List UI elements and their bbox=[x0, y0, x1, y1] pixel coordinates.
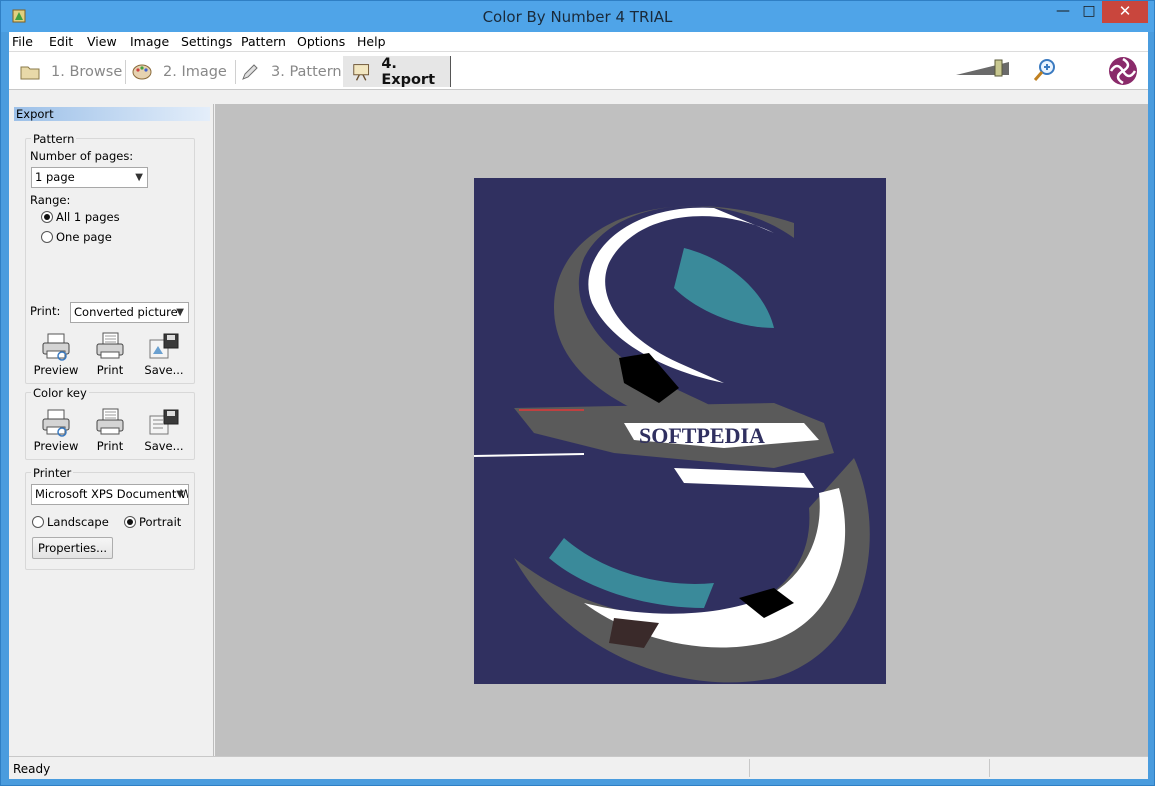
pattern-save-label: Save... bbox=[144, 363, 184, 377]
status-separator bbox=[989, 759, 990, 777]
menu-help[interactable]: Help bbox=[357, 34, 386, 49]
range-all-radio[interactable]: All 1 pages bbox=[41, 210, 120, 224]
menu-pattern[interactable]: Pattern bbox=[241, 34, 286, 49]
minimize-button[interactable]: — bbox=[1049, 1, 1077, 23]
portrait-radio[interactable]: Portrait bbox=[124, 515, 181, 529]
step-export-label: 4. Export bbox=[381, 55, 436, 88]
app-logo-icon bbox=[1109, 57, 1137, 85]
pages-select-value: 1 page bbox=[35, 170, 75, 184]
easel-icon bbox=[353, 63, 370, 81]
menu-view[interactable]: View bbox=[87, 34, 117, 49]
zoom-in-icon[interactable] bbox=[1032, 57, 1058, 83]
pattern-preview-label: Preview bbox=[33, 363, 79, 377]
step-export[interactable]: 4. Export bbox=[343, 55, 451, 88]
pages-label: Number of pages: bbox=[30, 149, 134, 163]
client-area: File Edit View Image Settings Pattern Op… bbox=[9, 32, 1148, 779]
step-pattern-label: 3. Pattern bbox=[271, 63, 342, 80]
status-bar: Ready bbox=[9, 756, 1148, 779]
title-bar[interactable]: Color By Number 4 TRIAL — □ ✕ bbox=[1, 1, 1154, 32]
menu-image[interactable]: Image bbox=[130, 34, 169, 49]
radio-selected-icon bbox=[124, 516, 136, 528]
menu-bar: File Edit View Image Settings Pattern Op… bbox=[9, 32, 1148, 52]
zoom-slider-thumb[interactable] bbox=[994, 59, 1003, 77]
range-all-label: All 1 pages bbox=[56, 210, 120, 224]
toolbar-separator bbox=[235, 60, 236, 84]
colorkey-print-label: Print bbox=[96, 439, 124, 453]
landscape-radio[interactable]: Landscape bbox=[32, 515, 109, 529]
menu-settings[interactable]: Settings bbox=[181, 34, 232, 49]
step-toolbar: 1. Browse 2. Image 3. Pattern 4. Export bbox=[9, 52, 1148, 90]
save-icon bbox=[149, 333, 179, 359]
portrait-label: Portrait bbox=[139, 515, 182, 529]
menu-file[interactable]: File bbox=[12, 34, 33, 49]
menu-edit[interactable]: Edit bbox=[49, 34, 73, 49]
colorkey-save-button[interactable]: Save... bbox=[140, 408, 188, 453]
color-key-group-title: Color key bbox=[31, 386, 89, 400]
pencil-icon bbox=[242, 63, 258, 80]
colorkey-preview-button[interactable]: Preview bbox=[32, 408, 80, 453]
range-one-radio[interactable]: One page bbox=[41, 230, 112, 244]
pattern-preview-button[interactable]: Preview bbox=[32, 332, 80, 377]
chevron-down-icon: ▼ bbox=[176, 307, 184, 318]
printer-group-title: Printer bbox=[31, 466, 74, 480]
radio-unselected-icon bbox=[32, 516, 44, 528]
range-one-label: One page bbox=[56, 230, 112, 244]
window-title: Color By Number 4 TRIAL bbox=[482, 8, 673, 26]
print-select[interactable]: Converted picture ▼ bbox=[70, 302, 189, 323]
close-button[interactable]: ✕ bbox=[1102, 1, 1148, 23]
radio-selected-icon bbox=[41, 211, 53, 223]
zoom-slider[interactable] bbox=[955, 58, 1013, 78]
picture-watermark-text: SOFTPEDIA bbox=[639, 423, 765, 448]
maximize-button[interactable]: □ bbox=[1077, 1, 1101, 23]
print-preview-icon bbox=[42, 409, 70, 437]
status-separator bbox=[749, 759, 750, 777]
colorkey-save-label: Save... bbox=[144, 439, 184, 453]
step-browse-label: 1. Browse bbox=[51, 63, 123, 80]
pattern-print-label: Print bbox=[96, 363, 124, 377]
menu-options[interactable]: Options bbox=[297, 34, 345, 49]
pages-select[interactable]: 1 page ▼ bbox=[31, 167, 148, 188]
print-preview-icon bbox=[42, 333, 70, 361]
folder-icon bbox=[20, 66, 40, 79]
chevron-down-icon: ▼ bbox=[176, 489, 184, 500]
pattern-save-button[interactable]: Save... bbox=[140, 332, 188, 377]
printer-icon bbox=[96, 332, 124, 359]
app-window: Color By Number 4 TRIAL — □ ✕ File Edit … bbox=[0, 0, 1155, 786]
colorkey-print-button[interactable]: Print bbox=[86, 408, 134, 453]
print-select-value: Converted picture bbox=[74, 305, 178, 319]
step-browse[interactable]: 1. Browse bbox=[19, 56, 125, 87]
properties-button[interactable]: Properties... bbox=[32, 537, 114, 559]
print-label: Print: bbox=[30, 304, 61, 318]
panel-header: Export bbox=[14, 107, 210, 121]
status-text: Ready bbox=[13, 762, 51, 776]
pattern-group-title: Pattern bbox=[31, 132, 77, 146]
step-pattern[interactable]: 3. Pattern bbox=[239, 56, 345, 87]
chevron-down-icon: ▼ bbox=[135, 172, 143, 183]
printer-icon bbox=[96, 408, 124, 435]
step-image-label: 2. Image bbox=[163, 63, 227, 80]
landscape-label: Landscape bbox=[47, 515, 109, 529]
range-label: Range: bbox=[30, 193, 71, 207]
pattern-print-button[interactable]: Print bbox=[86, 332, 134, 377]
palette-icon bbox=[132, 64, 152, 79]
radio-unselected-icon bbox=[41, 231, 53, 243]
colorkey-preview-label: Preview bbox=[33, 439, 79, 453]
canvas-area[interactable]: SOFTPEDIA bbox=[215, 104, 1148, 756]
toolbar-separator bbox=[125, 60, 126, 84]
printer-select-value: Microsoft XPS Document Wri bbox=[35, 487, 189, 501]
save-icon bbox=[149, 409, 179, 435]
converted-picture[interactable]: SOFTPEDIA bbox=[474, 178, 886, 684]
step-image[interactable]: 2. Image bbox=[131, 56, 235, 87]
export-panel: Export Pattern Number of pages: 1 page ▼… bbox=[9, 104, 214, 756]
printer-select[interactable]: Microsoft XPS Document Wri ▼ bbox=[31, 484, 189, 505]
